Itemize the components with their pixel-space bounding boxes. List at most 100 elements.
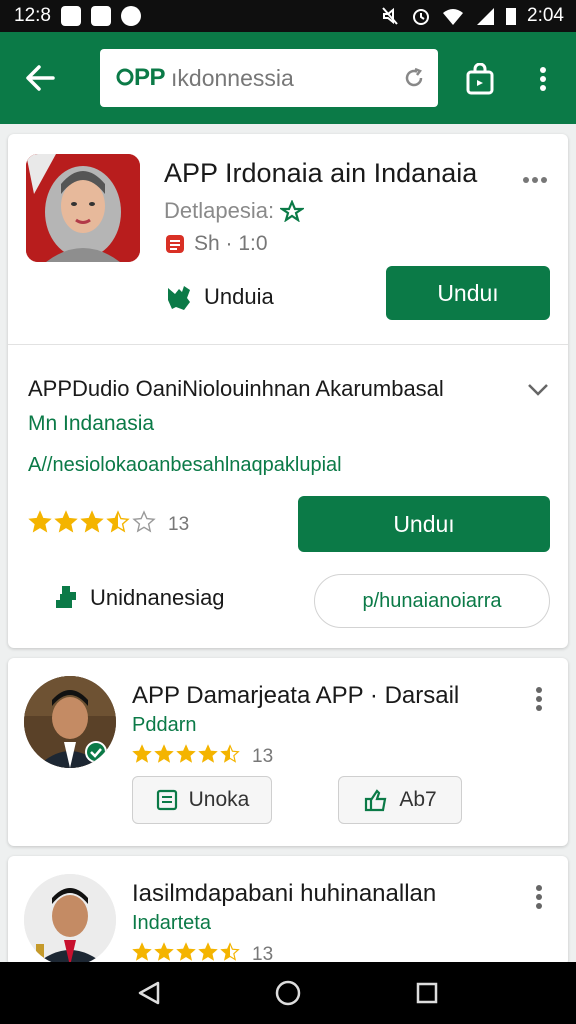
install-button-secondary[interactable]: Unduı — [298, 496, 550, 552]
avatar — [24, 874, 116, 966]
list-item-title: Iasilmdapabani huhinanallan — [132, 880, 437, 907]
calendar-icon — [156, 789, 177, 811]
app-title: APP Irdonaia ain Indanaia — [164, 158, 478, 188]
developer-name: Detlapesia: — [164, 198, 275, 223]
star-icon — [132, 510, 156, 533]
chip-label: Ab7 — [399, 788, 437, 811]
back-button[interactable] — [18, 56, 62, 100]
list-item-menu-button[interactable] — [528, 882, 550, 912]
star-icon — [106, 510, 130, 533]
refresh-icon[interactable] — [402, 66, 426, 90]
description-title: APPDudio OaniNiolouinhnan Akarumbasal — [28, 376, 444, 401]
star-rating: 13 — [28, 510, 189, 539]
list-item-subtitle: Pddarn — [132, 714, 197, 736]
star-icon — [132, 744, 152, 763]
card-overflow-button[interactable] — [518, 170, 552, 190]
star-icon — [176, 744, 196, 763]
man-portrait-icon — [24, 676, 116, 768]
list-item-menu-button[interactable] — [528, 684, 550, 714]
app-meta-text: Sh · 1:0 — [194, 232, 268, 255]
alarm-icon — [413, 9, 430, 25]
status-bar: 12:8 2:04 — [0, 0, 576, 32]
featured-app-card[interactable]: APP Irdonaia ain Indanaia Detlapesia: Sh… — [8, 134, 568, 648]
stars — [132, 744, 242, 769]
notification-icon — [60, 6, 81, 26]
app-icon — [120, 6, 141, 26]
wifi-icon — [443, 9, 464, 25]
chevron-down-icon — [528, 384, 548, 396]
nav-recents-button[interactable] — [402, 968, 452, 1018]
more-horizontal-icon — [523, 177, 547, 183]
puzzle-icon — [56, 586, 76, 608]
status-clock: 2:04 — [527, 5, 564, 26]
install-button[interactable]: Unduı — [386, 266, 550, 320]
status-right: 2:04 — [379, 5, 564, 27]
description-text: A//nesiolokaoanbesahlnaqpaklupial — [28, 454, 342, 476]
star-rating: 13 — [132, 744, 273, 769]
mute-icon — [382, 7, 398, 25]
overflow-menu-button[interactable] — [526, 58, 560, 100]
star-icon — [176, 942, 196, 961]
puzzle-icon — [168, 286, 190, 310]
stars — [28, 510, 158, 539]
list-item[interactable]: APP Damarjeata APP · Darsail Pddarn 13 U… — [8, 658, 568, 846]
status-left-time: 12:8 — [14, 5, 51, 26]
more-vertical-icon — [540, 67, 546, 91]
more-vertical-icon — [536, 687, 542, 711]
chip-label: Unoka — [188, 788, 250, 811]
star-icon — [198, 942, 218, 961]
list-item-subtitle: Indarteta — [132, 912, 211, 934]
store-button[interactable] — [458, 58, 502, 100]
woman-portrait-icon — [26, 154, 140, 262]
secondary-action-button[interactable]: p/hunaianoiarra — [314, 574, 550, 628]
nav-back-button[interactable] — [124, 968, 174, 1018]
star-badge-icon — [280, 200, 305, 222]
star-icon — [132, 942, 152, 961]
more-vertical-icon — [536, 885, 542, 909]
search-input[interactable]: PP ıkdonnessia — [100, 49, 438, 107]
chip-button[interactable]: Ab7 — [338, 776, 462, 824]
battery-icon — [506, 8, 517, 25]
mail-icon — [90, 6, 111, 26]
description-subtitle: Mn Indanasia — [28, 412, 155, 435]
app-developer[interactable]: Detlapesia: — [164, 198, 305, 224]
star-icon — [28, 510, 52, 533]
star-icon — [80, 510, 104, 533]
star-icon — [220, 942, 240, 961]
list-item[interactable]: Iasilmdapabani huhinanallan Indarteta 13 — [8, 856, 568, 966]
nav-home-button[interactable] — [263, 968, 313, 1018]
app-thumbnail[interactable] — [26, 154, 140, 262]
app-meta: Sh · 1:0 — [164, 232, 268, 256]
divider — [8, 344, 568, 345]
star-icon — [54, 510, 78, 533]
star-icon — [154, 942, 174, 961]
system-nav-bar — [0, 962, 576, 1024]
star-icon — [198, 744, 218, 763]
man-portrait-icon — [24, 874, 116, 966]
avatar — [24, 676, 116, 768]
status-left: 12:8 — [14, 5, 141, 27]
document-icon — [166, 235, 184, 253]
list-item-title: APP Damarjeata APP · Darsail — [132, 682, 460, 709]
search-brand: PP — [116, 64, 166, 92]
brand-o-icon — [116, 68, 134, 86]
app-bar: PP ıkdonnessia — [0, 32, 576, 124]
arrow-left-icon — [26, 65, 55, 91]
search-brand-text: PP — [134, 64, 166, 91]
developer-link-label: Unidnanesiag — [90, 585, 225, 610]
star-icon — [220, 744, 240, 763]
app-tag: Unduia — [164, 282, 274, 312]
chip-button[interactable]: Unoka — [132, 776, 272, 824]
circle-home-icon — [275, 980, 301, 1006]
thumbs-up-icon — [365, 789, 387, 812]
app-tag-label: Unduia — [204, 284, 274, 309]
expand-button[interactable] — [524, 378, 552, 402]
developer-link[interactable]: Unidnanesiag — [52, 584, 225, 612]
rating-count: 13 — [252, 745, 274, 767]
star-icon — [154, 744, 174, 763]
square-recents-icon — [416, 982, 437, 1004]
rating-count: 13 — [168, 513, 190, 535]
search-query: ıkdonnessia — [171, 64, 294, 91]
triangle-back-icon — [139, 981, 160, 1005]
signal-icon — [477, 8, 495, 25]
